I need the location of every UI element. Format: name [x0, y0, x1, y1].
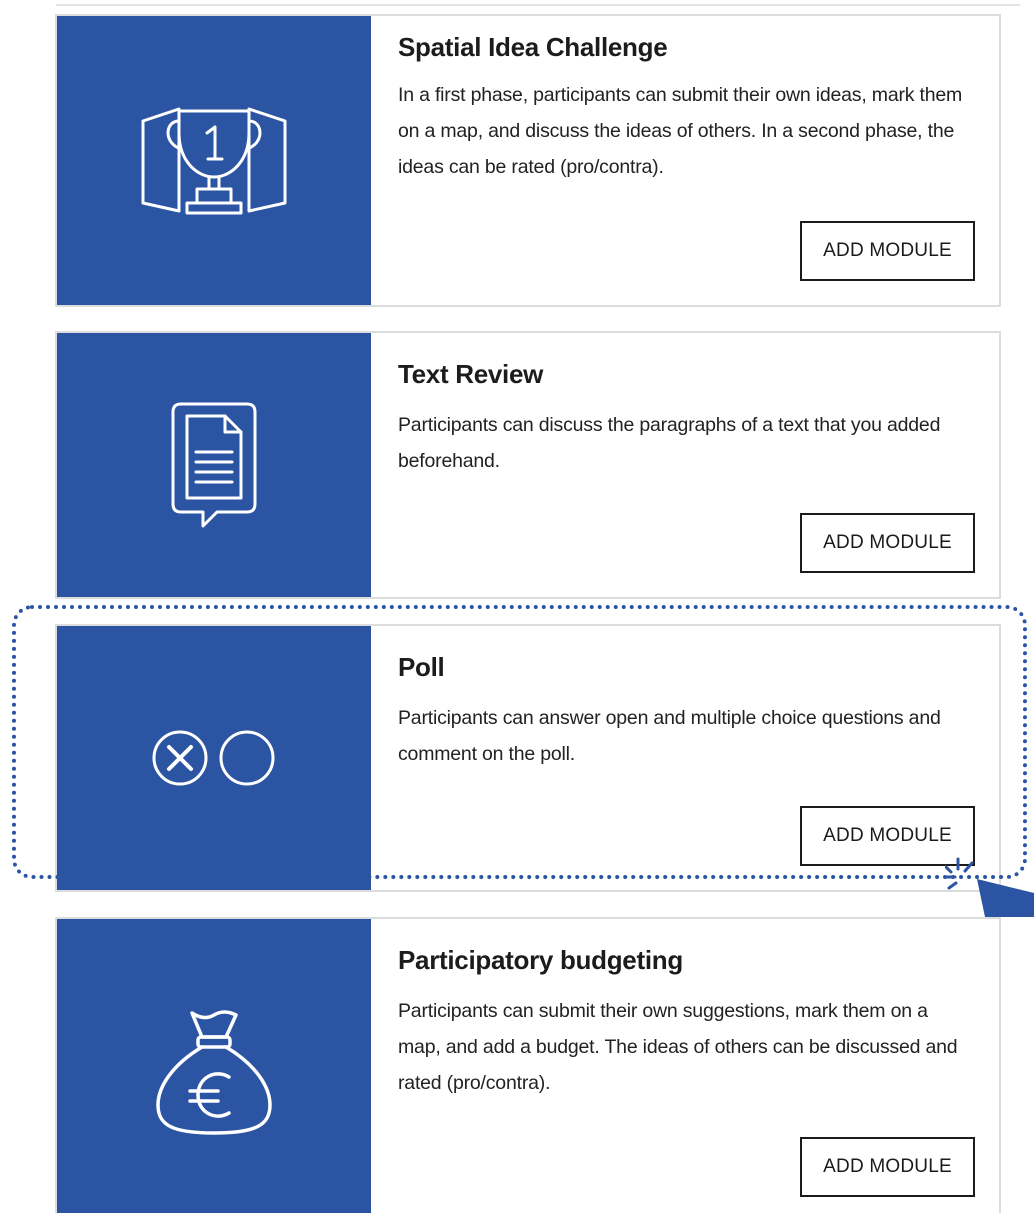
module-image: [57, 626, 371, 890]
module-title: Text Review: [398, 359, 544, 389]
module-description: In a first phase, participants can submi…: [398, 84, 963, 178]
module-title: Poll: [398, 652, 445, 682]
divider: [56, 4, 1020, 6]
module-card-text-review: Text Review Participants can discuss the…: [55, 331, 1001, 599]
add-module-button[interactable]: ADD MODULE: [800, 806, 975, 866]
module-image: [57, 333, 371, 597]
module-description: Participants can submit their own sugges…: [398, 1000, 958, 1094]
add-module-button[interactable]: ADD MODULE: [800, 1137, 975, 1197]
poll-choices-icon: [152, 730, 275, 786]
document-speech-bubble-icon: [171, 402, 257, 528]
module-image: [57, 919, 371, 1213]
module-title: Participatory budgeting: [398, 945, 683, 975]
module-content: Poll Participants can answer open and mu…: [398, 626, 975, 772]
add-module-button[interactable]: ADD MODULE: [800, 221, 975, 281]
module-card-poll: Poll Participants can answer open and mu…: [55, 624, 1001, 892]
module-description: Participants can answer open and multipl…: [398, 707, 941, 765]
module-card-spatial-idea-challenge: Spatial Idea Challenge In a first phase,…: [55, 14, 1001, 307]
module-content: Text Review Participants can discuss the…: [398, 333, 975, 479]
money-bag-euro-icon: [156, 1010, 272, 1135]
module-content: Participatory budgeting Participants can…: [398, 919, 975, 1101]
module-selection-page: Spatial Idea Challenge In a first phase,…: [0, 0, 1034, 1213]
module-title: Spatial Idea Challenge: [398, 32, 668, 62]
trophy-map-icon: [141, 107, 287, 214]
module-description: Participants can discuss the paragraphs …: [398, 414, 941, 472]
add-module-button[interactable]: ADD MODULE: [800, 513, 975, 573]
module-image: [57, 16, 371, 305]
module-card-participatory-budgeting: Participatory budgeting Participants can…: [55, 917, 1001, 1213]
module-content: Spatial Idea Challenge In a first phase,…: [398, 16, 975, 185]
